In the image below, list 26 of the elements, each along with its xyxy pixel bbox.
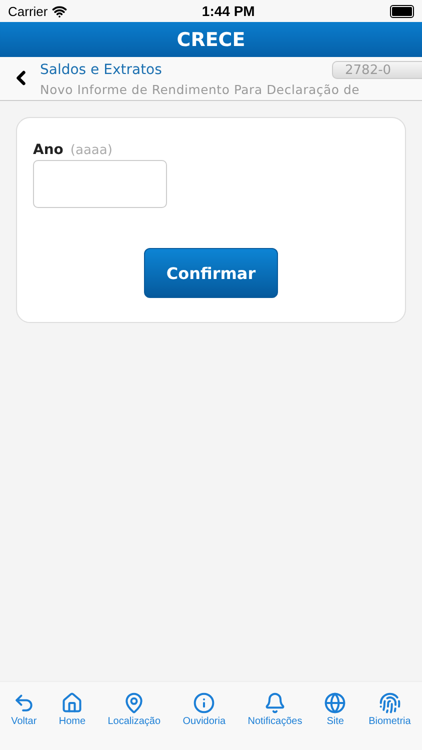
map-pin-icon [123, 692, 146, 714]
year-input-field[interactable] [33, 160, 167, 208]
account-selector[interactable]: 2782-0 [332, 61, 422, 79]
globe-icon [324, 692, 346, 714]
info-icon [193, 692, 216, 714]
tab-bar-item[interactable]: Localização [108, 692, 161, 727]
tab-bar-item[interactable]: Site [324, 692, 346, 727]
tab-bar-item[interactable]: Biometria [368, 692, 411, 727]
fingerprint-icon [378, 692, 401, 714]
bell-icon [264, 692, 286, 714]
undo-arrow-icon [12, 692, 35, 714]
app-title: CRECE [176, 28, 246, 50]
year-format-hint: (aaaa) [70, 143, 112, 158]
house-icon [61, 692, 84, 714]
clock-time: 1:44 PM [202, 3, 255, 19]
wifi-icon [52, 4, 67, 18]
page-subtitle: Novo Informe de Rendimento Para Declaração de [40, 82, 361, 97]
confirm-button[interactable]: Confirmar [144, 248, 278, 298]
year-label: Ano [33, 142, 64, 158]
tab-bar-item[interactable]: Home [58, 692, 86, 727]
carrier-label: Carrier [8, 4, 48, 18]
tab-bar-item[interactable]: Voltar [11, 692, 37, 727]
section-link[interactable]: Saldos e Extratos [40, 62, 162, 78]
tab-bar-item[interactable]: Notificações [248, 692, 302, 727]
battery-icon [390, 4, 414, 18]
tab-bar-item[interactable]: Ouvidoria [182, 692, 226, 727]
